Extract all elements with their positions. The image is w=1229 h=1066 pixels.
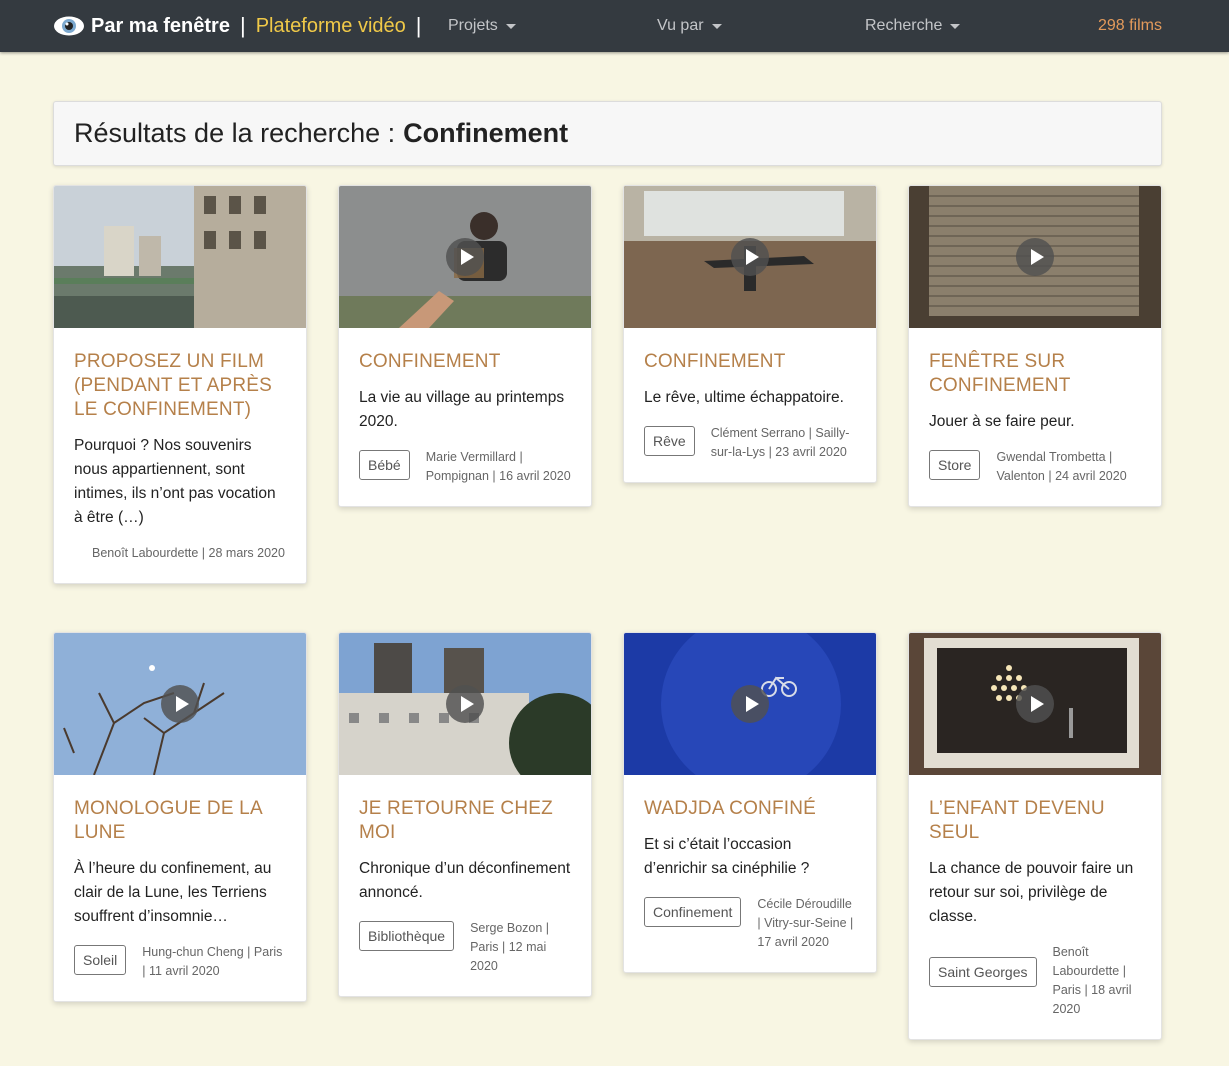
- card-meta: Hung-chun Cheng | Paris | 11 avril 2020: [142, 945, 283, 978]
- card-description: Jouer à se faire peur.: [929, 413, 1075, 430]
- results-header: Résultats de la recherche : Confinement: [53, 101, 1162, 166]
- card-body: Je retourne chez moi Chronique d’un déco…: [339, 775, 591, 996]
- nav-recherche-label: Recherche: [865, 17, 943, 34]
- film-card[interactable]: Wadjda confiné Et si c’était l’occasion …: [623, 632, 877, 973]
- brand[interactable]: Par ma fenêtre | Plateforme vidéo |: [53, 0, 421, 52]
- film-thumbnail[interactable]: [624, 186, 876, 328]
- card-title[interactable]: Fenêtre sur confinement: [929, 350, 1141, 398]
- card-footer: Rêve Clément Serrano | Sailly-sur-la-Lys…: [644, 424, 856, 462]
- nav-projets[interactable]: Projets: [448, 0, 516, 52]
- card-meta: Cécile Déroudille | Vitry-sur-Seine | 17…: [757, 897, 854, 949]
- brand-name: Par ma fenêtre: [91, 14, 230, 37]
- card-footer: Bébé Marie Vermillard | Pompignan | 16 a…: [359, 448, 571, 486]
- film-count[interactable]: 298 films: [1098, 0, 1162, 52]
- card-body: Proposez un film (pendant et après le co…: [54, 328, 306, 583]
- film-card[interactable]: Je retourne chez moi Chronique d’un déco…: [338, 632, 592, 997]
- nav-projets-label: Projets: [448, 17, 498, 34]
- card-description: Pourquoi ? Nos souvenirs nous appartienn…: [74, 437, 276, 526]
- chevron-down-icon: [505, 23, 516, 29]
- card-title[interactable]: Wadjda confiné: [644, 797, 856, 821]
- card-description: La chance de pouvoir faire un retour sur…: [929, 860, 1134, 925]
- film-thumbnail[interactable]: [54, 186, 306, 328]
- navbar: Par ma fenêtre | Plateforme vidéo | Proj…: [0, 0, 1229, 52]
- card-title[interactable]: Je retourne chez moi: [359, 797, 571, 845]
- tag-button[interactable]: Soleil: [74, 945, 127, 975]
- film-thumbnail[interactable]: [909, 633, 1161, 775]
- card-body: Confinement Le rêve, ultime échappatoire…: [624, 328, 876, 482]
- card-footer: Bibliothèque Serge Bozon | Paris | 12 ma…: [359, 919, 571, 976]
- tag-button[interactable]: Store: [929, 450, 981, 480]
- card-footer: Benoît Labourdette | 28 mars 2020: [74, 544, 286, 563]
- chevron-down-icon: [711, 23, 722, 29]
- card-meta: Benoît Labourdette | 28 mars 2020: [92, 546, 285, 560]
- tag-button[interactable]: Saint Georges: [929, 957, 1037, 987]
- city-view-image: [54, 186, 306, 328]
- tag-button[interactable]: Confinement: [644, 897, 742, 927]
- card-meta: Benoît Labourdette | Paris | 18 avril 20…: [1052, 945, 1132, 1016]
- film-card[interactable]: L’enfant devenu seul La chance de pouvoi…: [908, 632, 1162, 1040]
- play-icon[interactable]: [731, 685, 769, 723]
- card-title[interactable]: L’enfant devenu seul: [929, 797, 1141, 845]
- card-description: Et si c’était l’occasion d’enrichir sa c…: [644, 836, 810, 877]
- film-thumbnail[interactable]: [909, 186, 1161, 328]
- brand-separator: |: [239, 13, 246, 38]
- card-description: La vie au village au printemps 2020.: [359, 389, 565, 430]
- card-footer: Store Gwendal Trombetta | Valenton | 24 …: [929, 448, 1141, 486]
- card-meta: Serge Bozon | Paris | 12 mai 2020: [470, 921, 550, 973]
- card-meta: Clément Serrano | Sailly-sur-la-Lys | 23…: [710, 426, 850, 459]
- card-footer: Soleil Hung-chun Cheng | Paris | 11 avri…: [74, 943, 286, 981]
- play-icon[interactable]: [1016, 238, 1054, 276]
- film-thumbnail[interactable]: [339, 186, 591, 328]
- play-icon[interactable]: [161, 685, 199, 723]
- play-icon[interactable]: [731, 238, 769, 276]
- film-card[interactable]: Confinement La vie au village au printem…: [338, 185, 592, 507]
- card-body: Confinement La vie au village au printem…: [339, 328, 591, 506]
- film-card[interactable]: Proposez un film (pendant et après le co…: [53, 185, 307, 584]
- card-description: Le rêve, ultime échappatoire.: [644, 389, 844, 406]
- card-title[interactable]: Confinement: [359, 350, 571, 374]
- card-body: Monologue de la Lune À l’heure du confin…: [54, 775, 306, 1001]
- card-title[interactable]: Proposez un film (pendant et après le co…: [74, 350, 286, 422]
- play-icon[interactable]: [446, 238, 484, 276]
- play-icon[interactable]: [1016, 685, 1054, 723]
- card-description: À l’heure du confinement, au clair de la…: [74, 860, 272, 925]
- card-body: L’enfant devenu seul La chance de pouvoi…: [909, 775, 1161, 1039]
- card-title[interactable]: Monologue de la Lune: [74, 797, 286, 845]
- nav-recherche[interactable]: Recherche: [865, 0, 961, 52]
- film-thumbnail[interactable]: [339, 633, 591, 775]
- eye-icon: [54, 16, 84, 36]
- card-meta: Marie Vermillard | Pompignan | 16 avril …: [425, 450, 571, 483]
- film-card[interactable]: Confinement Le rêve, ultime échappatoire…: [623, 185, 877, 483]
- card-body: Fenêtre sur confinement Jouer à se faire…: [909, 328, 1161, 506]
- card-description: Chronique d’un déconfinement annoncé.: [359, 860, 571, 901]
- film-card[interactable]: Monologue de la Lune À l’heure du confin…: [53, 632, 307, 1002]
- nav-vu-par[interactable]: Vu par: [657, 0, 722, 52]
- card-footer: Saint Georges Benoît Labourdette | Paris…: [929, 943, 1141, 1019]
- card-title[interactable]: Confinement: [644, 350, 856, 374]
- card-meta: Gwendal Trombetta | Valenton | 24 avril …: [996, 450, 1127, 483]
- film-thumbnail[interactable]: [54, 633, 306, 775]
- results-query: Confinement: [403, 118, 569, 148]
- tag-button[interactable]: Bébé: [359, 450, 410, 480]
- film-card[interactable]: Fenêtre sur confinement Jouer à se faire…: [908, 185, 1162, 507]
- chevron-down-icon: [950, 23, 961, 29]
- card-footer: Confinement Cécile Déroudille | Vitry-su…: [644, 895, 856, 952]
- tag-button[interactable]: Rêve: [644, 426, 695, 456]
- card-body: Wadjda confiné Et si c’était l’occasion …: [624, 775, 876, 972]
- results-prefix: Résultats de la recherche :: [74, 118, 396, 148]
- film-thumbnail[interactable]: [624, 633, 876, 775]
- tag-button[interactable]: Bibliothèque: [359, 921, 455, 951]
- nav-vu-par-label: Vu par: [657, 17, 704, 34]
- brand-subtitle: Plateforme vidéo: [255, 14, 406, 37]
- play-icon[interactable]: [446, 685, 484, 723]
- brand-separator-end: |: [415, 13, 422, 38]
